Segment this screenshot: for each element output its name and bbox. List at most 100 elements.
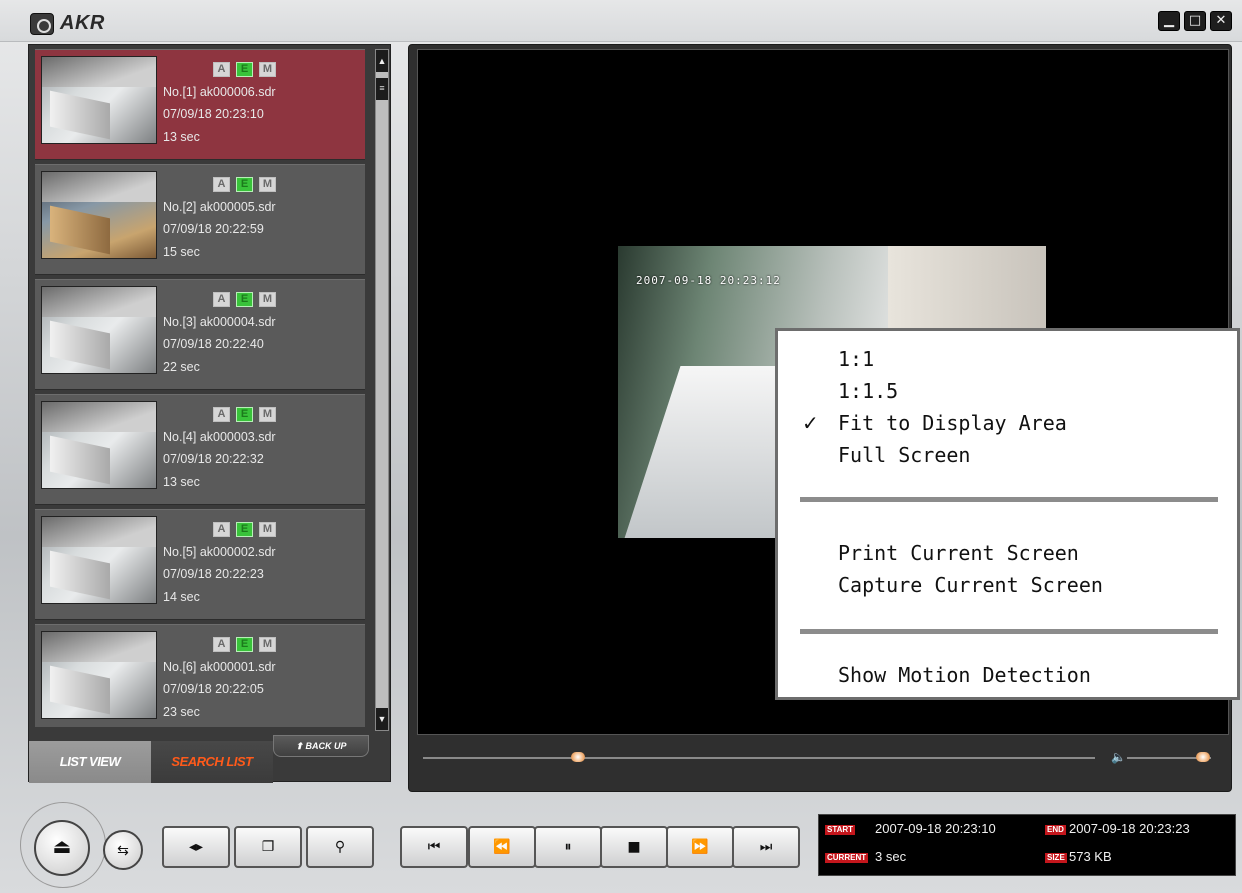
menu-item-print-screen[interactable]: Print Current Screen	[838, 541, 1079, 565]
item-duration: 22 sec	[163, 360, 200, 374]
tab-search-list[interactable]: SEARCH LIST	[151, 741, 273, 783]
osd-timestamp: 2007-09-18 20:23:12	[636, 274, 781, 287]
badge-group: A E M	[213, 177, 276, 192]
menu-item-fit-to-display[interactable]: Fit to Display Area	[838, 411, 1067, 435]
list-item[interactable]: A E M No.[1] ak000006.sdr 07/09/18 20:23…	[35, 49, 365, 160]
item-datetime: 07/09/18 20:22:40	[163, 337, 264, 351]
rewind-icon: ⏪	[493, 839, 511, 855]
title-bar: AKR ▁ □ ✕	[0, 0, 1242, 42]
start-value: 2007-09-18 20:23:10	[875, 821, 996, 836]
item-datetime: 07/09/18 20:22:32	[163, 452, 264, 466]
camera-logo-icon	[30, 12, 54, 35]
item-filename: No.[2] ak000005.sdr	[163, 200, 276, 214]
badge-group: A E M	[213, 637, 276, 652]
motion-badge: M	[259, 522, 276, 537]
event-badge: E	[236, 177, 253, 192]
app-logo: AKR	[30, 12, 105, 35]
list-item[interactable]: A E M No.[3] ak000004.sdr 07/09/18 20:22…	[35, 279, 365, 390]
stop-icon: ■	[627, 839, 641, 855]
alarm-badge: A	[213, 292, 230, 307]
end-tag: END	[1045, 825, 1066, 835]
event-badge: E	[236, 292, 253, 307]
control-bar: ⏏ ⇆ ◂▸ ❐ ⚲ ⏮ ⏪ ⏸ ■ ⏩ ⏭ START 2007-09-18 …	[0, 796, 1242, 893]
seek-knob[interactable]	[570, 752, 585, 762]
item-duration: 13 sec	[163, 130, 200, 144]
list-item[interactable]: A E M No.[2] ak000005.sdr 07/09/18 20:22…	[35, 164, 365, 275]
tab-list-view[interactable]: LIST VIEW	[29, 741, 151, 783]
maximize-icon[interactable]: □	[1184, 11, 1206, 31]
backup-icon: ⬆	[295, 741, 306, 751]
item-filename: No.[5] ak000002.sdr	[163, 545, 276, 559]
window-button[interactable]: ❐	[234, 826, 302, 868]
backup-button[interactable]: ⬆ BACK UP	[273, 735, 369, 757]
end-value: 2007-09-18 20:23:23	[1069, 821, 1190, 836]
menu-item-1-1-5[interactable]: 1:1.5	[838, 379, 898, 403]
motion-badge: M	[259, 292, 276, 307]
recording-list-panel: A E M No.[1] ak000006.sdr 07/09/18 20:23…	[28, 44, 392, 783]
scroll-up-icon[interactable]: ▲	[376, 50, 388, 72]
menu-item-full-screen[interactable]: Full Screen	[838, 443, 970, 467]
split-view-button[interactable]: ◂▸	[162, 826, 230, 868]
item-datetime: 07/09/18 20:22:59	[163, 222, 264, 236]
alarm-badge: A	[213, 407, 230, 422]
switch-icon[interactable]: ⇆	[103, 830, 143, 870]
stop-button[interactable]: ■	[600, 826, 668, 868]
search-button[interactable]: ⚲	[306, 826, 374, 868]
search-icon: ⚲	[334, 839, 346, 855]
badge-group: A E M	[213, 522, 276, 537]
fast-forward-icon: ⏩	[691, 839, 709, 855]
list-item[interactable]: A E M No.[4] ak000003.sdr 07/09/18 20:22…	[35, 394, 365, 505]
close-icon[interactable]: ✕	[1210, 11, 1232, 31]
menu-item-1-1[interactable]: 1:1	[838, 347, 874, 371]
backup-label: BACK UP	[305, 741, 347, 751]
item-duration: 14 sec	[163, 590, 200, 604]
event-badge: E	[236, 522, 253, 537]
context-menu: 1:1 1:1.5 ✓ Fit to Display Area Full Scr…	[775, 328, 1240, 700]
motion-badge: M	[259, 407, 276, 422]
split-icon: ◂▸	[188, 839, 204, 855]
current-value: 3 sec	[875, 849, 907, 864]
item-duration: 15 sec	[163, 245, 200, 259]
seek-slider[interactable]	[423, 752, 1095, 762]
size-tag: SIZE	[1045, 853, 1067, 863]
last-frame-button[interactable]: ⏭	[732, 826, 800, 868]
badge-group: A E M	[213, 407, 276, 422]
list-item[interactable]: A E M No.[6] ak000001.sdr 07/09/18 20:22…	[35, 624, 365, 727]
last-icon: ⏭	[759, 839, 773, 855]
window-icon: ❐	[261, 839, 275, 855]
badge-group: A E M	[213, 62, 276, 77]
motion-badge: M	[259, 177, 276, 192]
event-badge: E	[236, 62, 253, 77]
item-datetime: 07/09/18 20:22:05	[163, 682, 264, 696]
rewind-button[interactable]: ⏪	[468, 826, 536, 868]
menu-separator	[800, 629, 1218, 634]
scroll-thumb[interactable]: ≡	[376, 78, 388, 100]
volume-slider[interactable]	[1127, 752, 1211, 762]
item-datetime: 07/09/18 20:23:10	[163, 107, 264, 121]
item-filename: No.[4] ak000003.sdr	[163, 430, 276, 444]
motion-badge: M	[259, 637, 276, 652]
item-filename: No.[3] ak000004.sdr	[163, 315, 276, 329]
item-filename: No.[1] ak000006.sdr	[163, 85, 276, 99]
list-item[interactable]: A E M No.[5] ak000002.sdr 07/09/18 20:22…	[35, 509, 365, 620]
eject-icon[interactable]: ⏏	[34, 820, 90, 876]
thumbnail-image	[41, 56, 157, 144]
fast-forward-button[interactable]: ⏩	[666, 826, 734, 868]
list-tabs: LIST VIEW SEARCH LIST ⬆ BACK UP	[29, 735, 392, 783]
recording-list[interactable]: A E M No.[1] ak000006.sdr 07/09/18 20:23…	[35, 49, 371, 727]
thumbnail-image	[41, 401, 157, 489]
item-datetime: 07/09/18 20:22:23	[163, 567, 264, 581]
menu-item-capture-screen[interactable]: Capture Current Screen	[838, 573, 1103, 597]
thumbnail-image	[41, 516, 157, 604]
volume-knob[interactable]	[1195, 752, 1210, 762]
menu-separator	[800, 497, 1218, 502]
pause-button[interactable]: ⏸	[534, 826, 602, 868]
item-duration: 23 sec	[163, 705, 200, 719]
playback-info: START 2007-09-18 20:23:10 END 2007-09-18…	[818, 814, 1236, 876]
menu-item-show-motion[interactable]: Show Motion Detection	[838, 663, 1091, 687]
first-frame-button[interactable]: ⏮	[400, 826, 468, 868]
scroll-down-icon[interactable]: ▼	[376, 708, 388, 730]
minimize-icon[interactable]: ▁	[1158, 11, 1180, 31]
list-scrollbar[interactable]: ▲ ≡ ▼	[375, 49, 389, 731]
thumbnail-image	[41, 631, 157, 719]
